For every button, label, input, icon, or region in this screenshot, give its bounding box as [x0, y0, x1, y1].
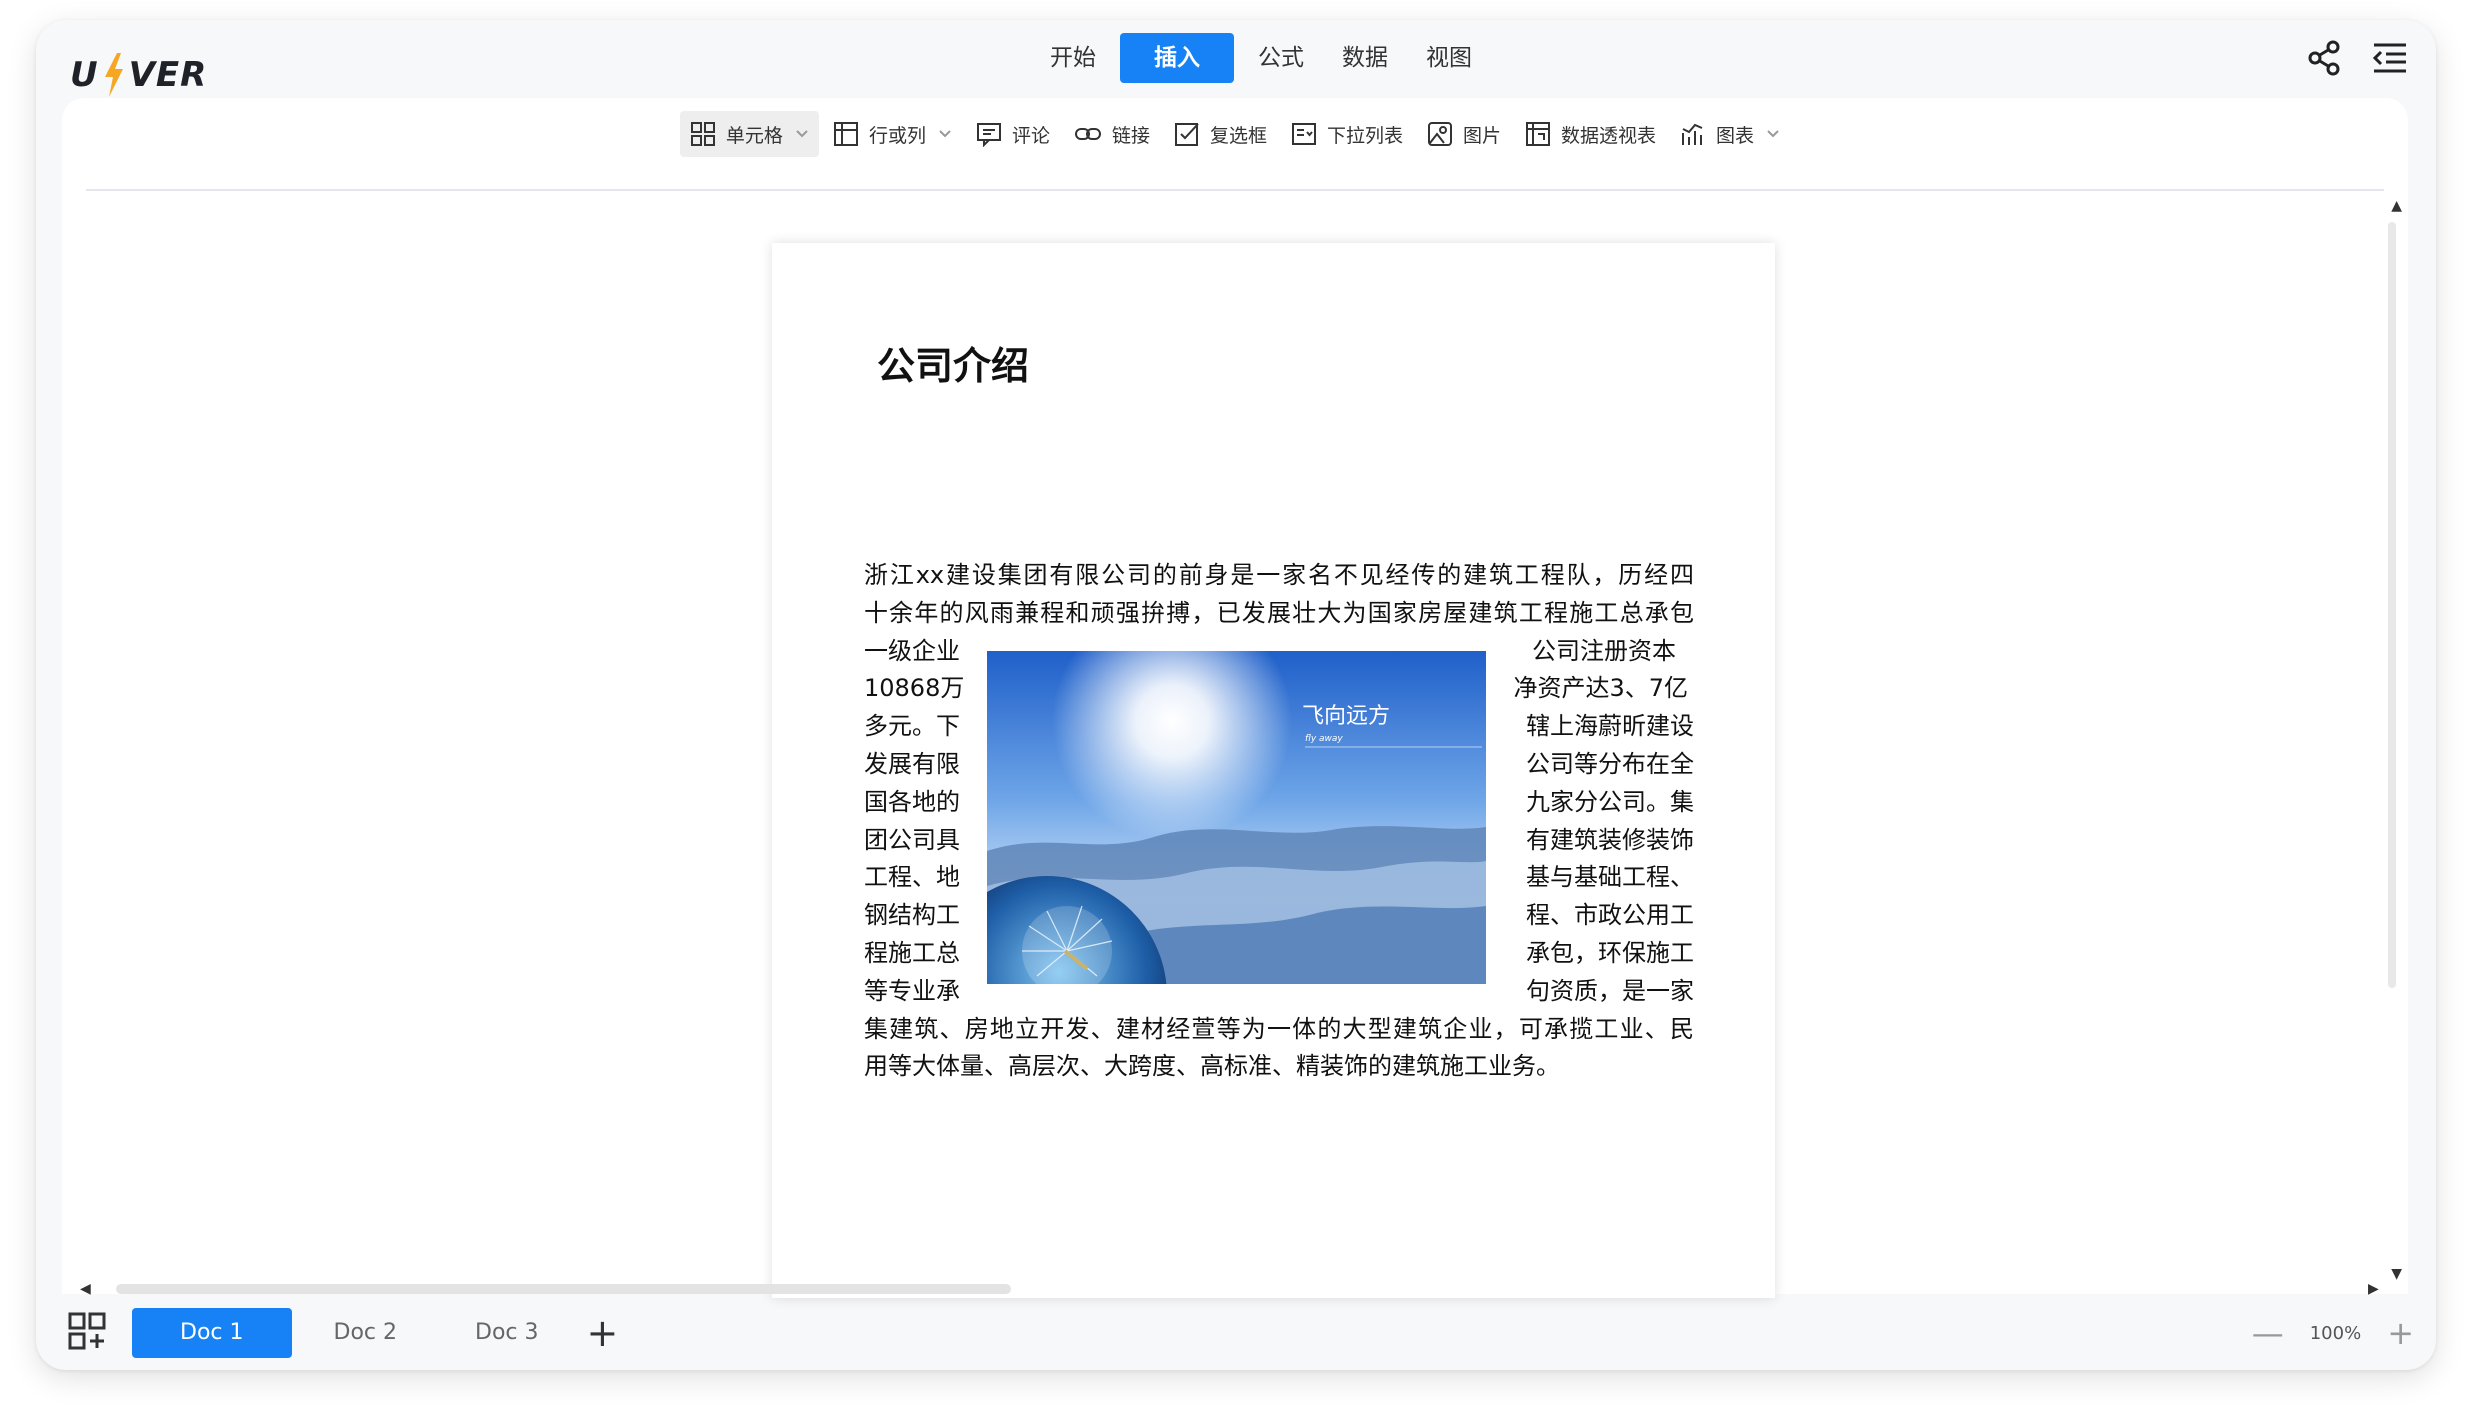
insert-toolbar: 单元格 行或列 评论 链接 复选框 下拉列表 图片 数据透视表 图表: [62, 108, 2408, 160]
toolbar-dropdown-list[interactable]: 下拉列表: [1281, 111, 1413, 157]
text-line-left: 国各地的: [864, 787, 960, 816]
toolbar-row-column-label: 行或列: [868, 124, 926, 147]
text-line-right: 公司等分布在全: [1526, 749, 1694, 778]
zoom-out-button[interactable]: —: [2252, 1308, 2284, 1358]
text-line-left: 钢结构工: [864, 901, 960, 930]
chevron-down-icon: [1767, 130, 1779, 138]
toolbar-comment[interactable]: 评论: [966, 111, 1060, 157]
toolbar-chart-label: 图表: [1716, 124, 1755, 147]
menu-tab-formula[interactable]: 公式: [1244, 33, 1318, 83]
toolbar-checkbox[interactable]: 复选框: [1164, 111, 1277, 157]
toolbar-dropdown-list-label: 下拉列表: [1327, 124, 1404, 147]
row-column-icon: [833, 122, 858, 146]
menu-tab-start[interactable]: 开始: [1036, 33, 1110, 83]
zoom-control: — 100% +: [2252, 1308, 2414, 1358]
toolbar-cell[interactable]: 单元格: [679, 111, 819, 157]
app-window: U VER 开始 插入 公式 数据 视图 单元格 行或列 评论 链接 复选框 下…: [36, 20, 2436, 1370]
landscape-image: 飞向远方 fly away: [987, 651, 1486, 984]
text-line-right: 程、市政公用工: [1526, 901, 1694, 930]
text-line-right: 基与基础工程、: [1526, 863, 1694, 892]
top-right-actions: [2304, 38, 2410, 78]
bottom-bar: Doc 1 Doc 2 Doc 3 + — 100% +: [36, 1294, 2436, 1370]
logo-text-left: U: [70, 55, 99, 95]
toolbar-image-label: 图片: [1463, 124, 1502, 147]
horizontal-scrollbar[interactable]: [116, 1284, 1011, 1294]
logo-bolt-icon: [104, 53, 123, 97]
cell-grid-icon: [690, 122, 715, 146]
text-line-left: 10868万: [864, 674, 965, 703]
link-icon: [1074, 128, 1101, 140]
menu-tab-insert[interactable]: 插入: [1120, 33, 1234, 83]
toolbar-row-column[interactable]: 行或列: [823, 111, 962, 157]
text-line-right: 净资产达3、7亿: [1513, 674, 1688, 703]
text-line-left: 等专业承: [864, 976, 960, 1005]
menu-tab-data[interactable]: 数据: [1328, 33, 1402, 83]
text-line-left: 工程、地: [864, 863, 960, 892]
document-tabs: Doc 1 Doc 2 Doc 3 +: [132, 1308, 618, 1358]
app-logo: U VER: [70, 52, 207, 98]
text-line: 浙江xx建设集团有限公司的前身是一家名不见经传的建筑工程队，历经四: [864, 561, 1694, 589]
scroll-down-arrow[interactable]: ▼: [2391, 1266, 2402, 1282]
pivot-table-icon: [1526, 122, 1551, 146]
add-doc-button[interactable]: +: [587, 1308, 619, 1358]
zoom-in-button[interactable]: +: [2387, 1308, 2414, 1358]
text-line: 集建筑、房地立开发、建材经萱等为一体的大型建筑企业，可承揽工业、民: [864, 1014, 1694, 1043]
outline-menu-icon[interactable]: [2370, 38, 2410, 78]
toolbar-link-label: 链接: [1111, 124, 1150, 147]
scroll-up-arrow[interactable]: ▲: [2391, 198, 2402, 214]
text-line-left: 程施工总: [864, 938, 960, 967]
toolbar-checkbox-label: 复选框: [1209, 124, 1267, 147]
text-line: 用等大体量、高层次、大跨度、高标准、精装饰的建筑施工业务。: [864, 1052, 1560, 1081]
toolbar-pivot-table-label: 数据透视表: [1561, 124, 1657, 147]
toolbar-pivot-table[interactable]: 数据透视表: [1515, 111, 1666, 157]
text-line: 十余年的风雨兼程和顽强拚搏，已发展壮大为国家房屋建筑工程施工总承包: [864, 598, 1694, 627]
chevron-down-icon: [939, 130, 951, 138]
dropdown-list-icon: [1292, 123, 1316, 145]
doc-tab-3[interactable]: Doc 3: [439, 1308, 575, 1358]
image-icon: [1428, 122, 1453, 146]
document-title: 公司介绍: [877, 344, 1030, 388]
toolbar-cell-label: 单元格: [725, 124, 783, 147]
text-line-left: 一级企业: [864, 636, 960, 665]
checkbox-icon: [1174, 123, 1199, 146]
image-caption-cn: 飞向远方: [1302, 704, 1390, 729]
text-line-right: 承包，环保施工: [1526, 938, 1694, 967]
main-menu: 开始 插入 公式 数据 视图: [1036, 33, 1486, 83]
chart-icon: [1682, 123, 1703, 145]
text-line-right: 公司注册资本: [1532, 636, 1676, 665]
text-line-left: 多元。下: [864, 712, 960, 741]
text-line-right: 辖上海蔚昕建设: [1526, 712, 1694, 741]
comment-icon: [976, 123, 1001, 147]
toolbar-comment-label: 评论: [1011, 124, 1050, 147]
text-line-right: 九家分公司。集: [1526, 787, 1694, 816]
document-page[interactable]: 公司介绍 浙江xx建设集团有限公司的前身是一家名不见经传的建筑工程队，历经四 十…: [772, 243, 1775, 1298]
zoom-level: 100%: [2309, 1322, 2362, 1344]
vertical-scrollbar[interactable]: [2388, 222, 2396, 988]
embedded-image[interactable]: 飞向远方 fly away: [987, 651, 1486, 984]
menu-tab-view[interactable]: 视图: [1412, 33, 1486, 83]
toolbar-link[interactable]: 链接: [1064, 111, 1160, 157]
share-icon[interactable]: [2304, 38, 2344, 78]
logo-text-right: VER: [128, 55, 208, 95]
text-line-left: 团公司具: [864, 825, 960, 854]
text-line-left: 发展有限: [864, 749, 960, 778]
toolbar-chart[interactable]: 图表: [1670, 111, 1790, 157]
toolbar-divider: [86, 189, 2384, 191]
doc-tab-1[interactable]: Doc 1: [132, 1308, 292, 1358]
workspace-panel: 单元格 行或列 评论 链接 复选框 下拉列表 图片 数据透视表 图表 公司介绍 …: [62, 98, 2408, 1298]
text-line-right: 句资质，是一家: [1526, 976, 1694, 1005]
toolbar-image[interactable]: 图片: [1417, 111, 1511, 157]
text-line-right: 有建筑装修装饰: [1526, 825, 1694, 854]
sheet-overview-icon[interactable]: [68, 1312, 106, 1354]
chevron-down-icon: [796, 130, 808, 138]
doc-tab-2[interactable]: Doc 2: [298, 1308, 434, 1358]
image-caption-en: fly away: [1305, 734, 1343, 744]
